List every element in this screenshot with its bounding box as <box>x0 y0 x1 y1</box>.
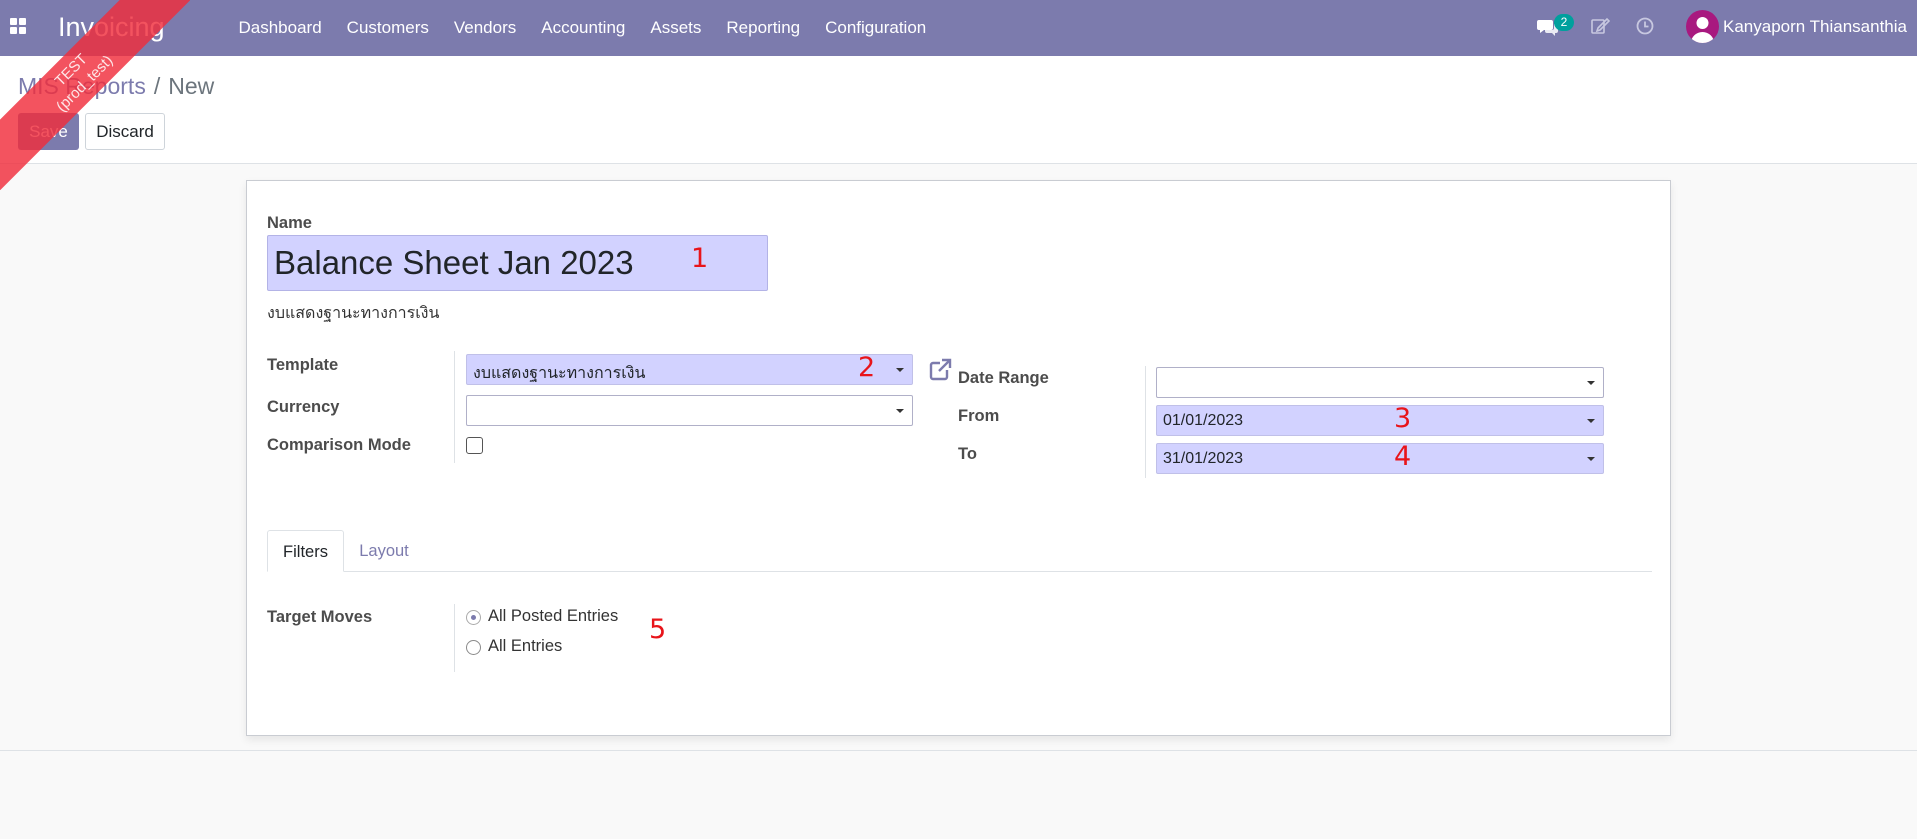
from-label: From <box>958 407 1000 425</box>
chevron-down-icon <box>896 409 904 413</box>
chevron-down-icon <box>1587 419 1595 423</box>
external-link-icon[interactable] <box>927 357 953 383</box>
template-select[interactable]: งบแสดงฐานะทางการเงิน <box>466 354 913 385</box>
currency-label: Currency <box>267 398 340 416</box>
annotation-2: 2 <box>858 352 876 383</box>
chat-count-badge: 2 <box>1554 14 1574 31</box>
control-panel: MIS Reports / New Save Discard <box>0 56 1917 164</box>
annotation-1: 1 <box>691 243 709 274</box>
template-label: Template <box>267 356 339 374</box>
annotation-3: 3 <box>1394 403 1412 434</box>
breadcrumb-parent[interactable]: MIS Reports <box>18 73 146 100</box>
date-range-label: Date Range <box>958 369 1049 387</box>
clock-icon[interactable] <box>1635 16 1655 36</box>
menu-reporting[interactable]: Reporting <box>714 0 813 56</box>
chevron-down-icon <box>1587 381 1595 385</box>
top-navbar: Invoicing Dashboard Customers Vendors Ac… <box>0 0 1917 56</box>
form-sheet: Name Balance Sheet Jan 2023 1 งบแสดงฐานะ… <box>246 180 1671 736</box>
breadcrumb-current: New <box>168 73 215 99</box>
to-date-value: 31/01/2023 <box>1163 450 1244 467</box>
edit-icon[interactable] <box>1590 16 1610 36</box>
breadcrumb: MIS Reports / New <box>18 73 214 100</box>
from-date-value: 01/01/2023 <box>1163 412 1244 429</box>
comparison-mode-checkbox[interactable] <box>466 437 483 454</box>
filters-divider <box>454 604 455 672</box>
menu-vendors[interactable]: Vendors <box>441 0 528 56</box>
menu-configuration[interactable]: Configuration <box>813 0 939 56</box>
to-label: To <box>958 445 977 463</box>
right-group-divider <box>1145 366 1146 478</box>
target-moves-label: Target Moves <box>267 608 373 626</box>
menu-accounting[interactable]: Accounting <box>529 0 638 56</box>
menu-assets[interactable]: Assets <box>638 0 714 56</box>
discard-button[interactable]: Discard <box>85 113 165 150</box>
date-range-select[interactable] <box>1156 367 1604 398</box>
annotation-5: 5 <box>649 614 667 645</box>
from-date-input[interactable]: 01/01/2023 <box>1156 405 1604 436</box>
user-name[interactable]: Kanyaporn Thiansanthia <box>1723 17 1907 37</box>
menu-customers[interactable]: Customers <box>334 0 441 56</box>
chevron-down-icon <box>896 368 904 372</box>
left-group-divider <box>454 351 455 463</box>
main-menu: Dashboard Customers Vendors Accounting A… <box>226 0 939 56</box>
all-entries-label[interactable]: All Entries <box>488 637 562 656</box>
menu-dashboard[interactable]: Dashboard <box>226 0 334 56</box>
all-entries-radio[interactable] <box>466 640 481 655</box>
tab-layout[interactable]: Layout <box>344 530 424 572</box>
tab-filters[interactable]: Filters <box>267 530 344 572</box>
user-avatar[interactable] <box>1686 10 1719 43</box>
breadcrumb-separator: / <box>153 73 161 99</box>
template-value: งบแสดงฐานะทางการเงิน <box>473 365 646 382</box>
name-subtitle: งบแสดงฐานะทางการเงิน <box>267 305 440 322</box>
annotation-4: 4 <box>1394 441 1412 472</box>
notebook-tabs: Filters Layout <box>267 530 1652 572</box>
to-date-input[interactable]: 31/01/2023 <box>1156 443 1604 474</box>
chevron-down-icon <box>1587 457 1595 461</box>
all-posted-entries-label[interactable]: All Posted Entries <box>488 607 618 626</box>
name-label: Name <box>267 214 312 232</box>
all-posted-entries-radio[interactable] <box>466 610 481 625</box>
app-brand[interactable]: Invoicing <box>58 12 165 43</box>
comparison-mode-label: Comparison Mode <box>267 436 411 454</box>
save-button[interactable]: Save <box>18 113 79 150</box>
currency-select[interactable] <box>466 395 913 426</box>
apps-menu-icon[interactable] <box>10 18 26 34</box>
